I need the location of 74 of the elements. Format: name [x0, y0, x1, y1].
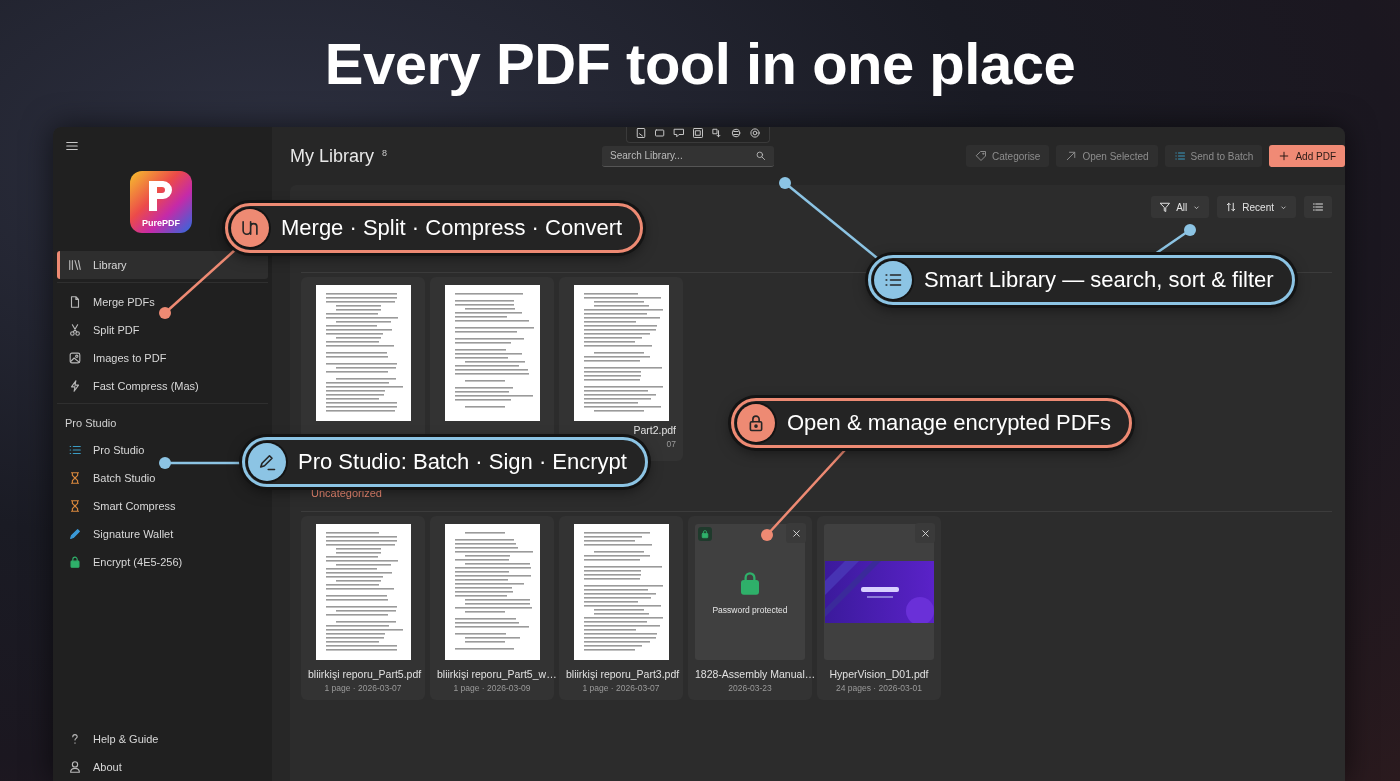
file-name: Part2.pdf	[633, 424, 676, 436]
file-name: bliirkişi reporu_Part3.pdf	[566, 668, 680, 680]
lock-badge	[698, 527, 712, 541]
view-toggle-button[interactable]	[1304, 196, 1332, 218]
action-button[interactable]: Categorise	[966, 145, 1050, 167]
status-text: Password protected	[712, 605, 788, 615]
image-icon	[68, 351, 82, 365]
close-button[interactable]	[915, 523, 935, 543]
tag-icon	[975, 150, 988, 162]
plus-icon	[1278, 150, 1291, 162]
sidebar-item[interactable]: Batch Studio	[57, 464, 162, 492]
sidebar-item[interactable]: Help & Guide	[57, 725, 165, 753]
close-icon	[790, 527, 802, 539]
sidebar-item[interactable]: Fast Compress (Mas)	[57, 372, 205, 400]
page-title: My Library	[290, 145, 374, 167]
callout-text: Open & manage encrypted PDFs	[787, 410, 1112, 436]
file-meta: 07	[666, 439, 676, 449]
file-card[interactable]: HyperVision_D01.pdf 24 pages · 2026-03-01	[817, 516, 941, 700]
search-icon	[755, 150, 767, 161]
file-card[interactable]: bliirkişi reporu_Part5_w… 1 page · 2026-03-09	[430, 516, 554, 700]
tool-icon[interactable]	[711, 127, 723, 139]
sidebar-item[interactable]: Merge PDFs	[57, 288, 161, 316]
sidebar-item[interactable]: Encrypt (4E5-256)	[57, 548, 189, 576]
app-logo: PurePDF	[130, 171, 192, 233]
sidebar-item[interactable]: About	[57, 753, 128, 781]
sidebar-item[interactable]: Library	[57, 251, 268, 279]
tool-icon[interactable]	[749, 127, 761, 139]
file-name: bliirkişi reporu_Part5_w…	[437, 668, 557, 680]
placeholder-text: Search Library...	[610, 150, 683, 161]
file-card[interactable]: Password protected 1828-Assembly Manual… 2026-03-23	[688, 516, 812, 700]
tool-icon[interactable]	[692, 127, 704, 139]
document-icon	[68, 295, 82, 309]
arrow-icon	[1065, 150, 1078, 162]
file-meta: 1 page · 2026-03-09	[453, 683, 531, 693]
sidebar-item[interactable]: Signature Wallet	[57, 520, 180, 548]
file-name: bliirkişi reporu_Part5.pdf	[308, 668, 422, 680]
sidebar-item[interactable]: Smart Compress	[57, 492, 182, 520]
item-count: 8	[382, 148, 388, 158]
list-icon	[1173, 150, 1186, 162]
list-icon	[1312, 201, 1324, 213]
file-meta: 1 page · 2026-03-07	[324, 683, 402, 693]
close-button[interactable]	[786, 523, 806, 543]
callout-text: Merge · Split · Compress · Convert	[281, 215, 623, 241]
file-meta: 1 page · 2026-03-07	[582, 683, 660, 693]
section-title: Pro Studio	[64, 416, 118, 431]
tool-icon[interactable]	[654, 127, 666, 139]
sidebar-item[interactable]: Pro Studio	[57, 436, 151, 464]
tool-icon[interactable]	[730, 127, 742, 139]
search-field[interactable]: Search Library...	[602, 145, 775, 167]
tool-icon[interactable]	[673, 127, 685, 139]
file-meta: 2026-03-23	[728, 683, 772, 693]
filter-dropdown[interactable]: All	[1151, 196, 1210, 218]
group-heading: Uncategorized	[311, 487, 382, 499]
file-card[interactable]: bliirkişi reporu_Part3.pdf 1 page · 2026-03-07	[559, 516, 683, 700]
person-icon	[68, 760, 82, 774]
tool-icon[interactable]	[635, 127, 647, 139]
books-icon	[68, 258, 82, 272]
scissors-icon	[68, 323, 82, 337]
headline: Every PDF tool in one place	[324, 31, 1076, 96]
action-button[interactable]: Add PDF	[1269, 145, 1345, 167]
bolt-icon	[68, 379, 82, 393]
close-icon	[919, 527, 931, 539]
sidebar-item[interactable]: Images to PDF	[57, 344, 173, 372]
file-name: HyperVision_D01.pdf	[829, 668, 929, 680]
sort-icon	[1225, 201, 1238, 213]
filter-icon	[1159, 201, 1172, 213]
action-button[interactable]: Send to Batch	[1164, 145, 1263, 167]
file-card[interactable]: bliirkişi reporu_Part5.pdf 1 page · 2026-03-07	[301, 516, 425, 700]
file-meta: 24 pages · 2026-03-01	[836, 683, 922, 693]
action-button[interactable]: Open Selected	[1056, 145, 1158, 167]
sort-dropdown[interactable]: Recent	[1217, 196, 1296, 218]
sidebar-item[interactable]: Split PDF	[57, 316, 146, 344]
callout-text: Smart Library — search, sort & filter	[924, 267, 1274, 293]
menu-icon[interactable]	[65, 139, 79, 153]
